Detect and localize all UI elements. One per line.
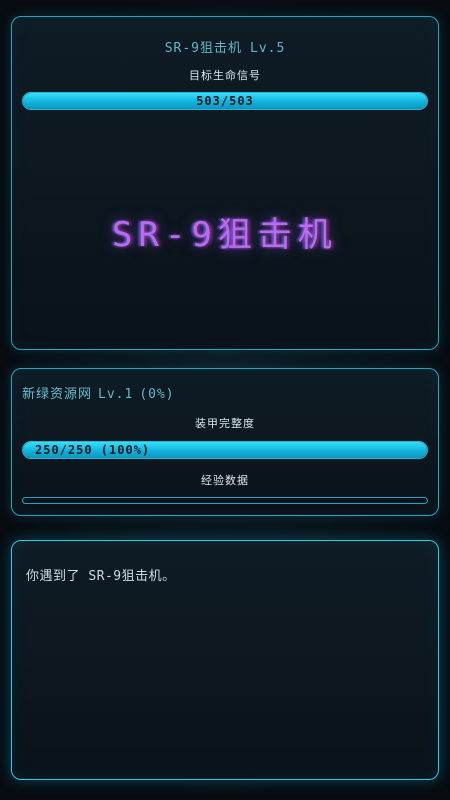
armor-label: 装甲完整度	[195, 417, 255, 430]
enemy-hp-text: 503/503	[196, 94, 254, 108]
player-level: Lv.1	[98, 387, 134, 402]
player-panel: 新绿资源网 Lv.1 (0%) 装甲完整度 250/250 (100%) 经验数据	[11, 368, 439, 516]
battle-log-panel[interactable]: 你遇到了 SR-9狙击机。	[11, 540, 439, 780]
player-xp-percent: (0%)	[139, 387, 175, 402]
armor-text: 250/250 (100%)	[35, 443, 151, 457]
enemy-level: Lv.5	[250, 41, 286, 56]
enemy-name: SR-9狙击机	[164, 41, 242, 56]
player-name: 新绿资源网	[22, 387, 93, 402]
enemy-display-name: SR-9狙击机	[112, 215, 338, 255]
player-title: 新绿资源网 Lv.1 (0%)	[22, 383, 175, 402]
battle-log-message: 你遇到了 SR-9狙击机。	[26, 569, 176, 584]
xp-label: 经验数据	[201, 474, 249, 487]
xp-bar	[22, 497, 428, 504]
enemy-hp-label: 目标生命信号	[189, 69, 261, 82]
armor-bar: 250/250 (100%)	[22, 441, 428, 459]
enemy-panel: SR-9狙击机 Lv.5 目标生命信号 503/503 SR-9狙击机	[11, 16, 439, 350]
enemy-hp-bar: 503/503	[22, 92, 428, 110]
game-screen: SR-9狙击机 Lv.5 目标生命信号 503/503 SR-9狙击机 新绿资源网…	[0, 0, 450, 800]
enemy-title: SR-9狙击机 Lv.5	[12, 37, 438, 56]
